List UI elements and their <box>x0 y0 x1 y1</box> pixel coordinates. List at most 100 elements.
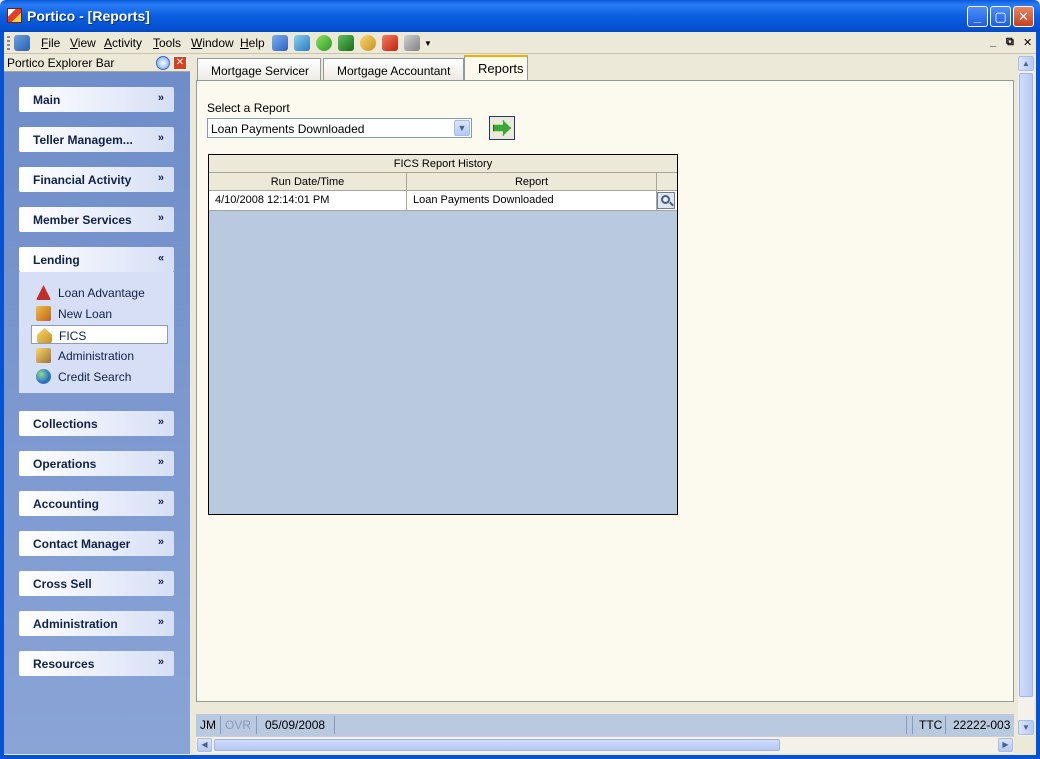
chevron-down-icon[interactable]: » <box>158 416 164 428</box>
chevron-down-icon[interactable]: » <box>158 92 164 104</box>
chevron-down-icon[interactable]: ▼ <box>454 120 470 136</box>
group-operations[interactable]: Operations » <box>19 451 174 476</box>
cell-run-date: 4/10/2008 12:14:01 PM <box>209 191 407 210</box>
tab-mortgage-servicer[interactable]: Mortgage Servicer <box>197 58 321 80</box>
horizontal-scroll-thumb[interactable] <box>214 739 780 751</box>
explorer-close-button[interactable]: ✕ <box>173 56 187 70</box>
lending-item-fics[interactable]: FICS <box>31 325 168 344</box>
menu-activity[interactable]: Activity <box>104 36 142 50</box>
vertical-scroll-thumb[interactable] <box>1019 73 1033 697</box>
administration-icon <box>36 348 51 363</box>
lending-item-label: New Loan <box>58 307 113 321</box>
run-report-button[interactable] <box>489 116 515 140</box>
teller-toolbar-icon[interactable] <box>294 35 310 51</box>
mdi-minimize-button[interactable]: _ <box>990 36 996 48</box>
group-label: Contact Manager <box>33 537 131 551</box>
group-main[interactable]: Main » <box>19 87 174 112</box>
column-header-report[interactable]: Report <box>407 173 657 191</box>
cell-report: Loan Payments Downloaded <box>407 191 657 210</box>
lending-item-credit-search[interactable]: Credit Search <box>31 367 168 386</box>
lending-item-label: Loan Advantage <box>58 286 145 300</box>
chevron-down-icon[interactable]: » <box>158 536 164 548</box>
redo-toolbar-icon[interactable] <box>382 35 398 51</box>
menu-file[interactable]: File <box>41 36 60 50</box>
group-label: Lending <box>33 253 80 267</box>
report-select[interactable]: Loan Payments Downloaded ▼ <box>207 118 472 138</box>
print-dropdown-chevron-icon[interactable]: ▼ <box>424 39 432 48</box>
explorer-pin-icon[interactable] <box>156 56 170 70</box>
group-resources[interactable]: Resources » <box>19 651 174 676</box>
members-toolbar-icon[interactable] <box>272 35 288 51</box>
mdi-restore-button[interactable]: ⧉ <box>1006 36 1014 49</box>
tab-mortgage-accountant[interactable]: Mortgage Accountant <box>323 58 464 80</box>
vertical-scrollbar[interactable]: ▲ ▼ <box>1018 56 1034 736</box>
mdi-close-button[interactable]: ✕ <box>1023 36 1032 49</box>
tab-reports[interactable]: Reports <box>464 55 528 81</box>
table-row[interactable]: 4/10/2008 12:14:01 PM Loan Payments Down… <box>209 191 677 211</box>
menu-tools[interactable]: Tools <box>153 36 181 50</box>
group-collections[interactable]: Collections » <box>19 411 174 436</box>
chevron-down-icon[interactable]: » <box>158 576 164 588</box>
group-accounting[interactable]: Accounting » <box>19 491 174 516</box>
scroll-down-button[interactable]: ▼ <box>1018 720 1034 735</box>
column-header-run-date[interactable]: Run Date/Time <box>209 173 407 191</box>
group-administration[interactable]: Administration » <box>19 611 174 636</box>
chevron-down-icon[interactable]: » <box>158 132 164 144</box>
scroll-right-button[interactable]: ▶ <box>998 738 1013 752</box>
lending-item-new-loan[interactable]: New Loan <box>31 304 168 323</box>
title-bar: Portico - [Reports] _ ▢ ✕ <box>0 0 1040 32</box>
status-terminal: 22222-003 <box>953 718 1011 732</box>
group-label: Resources <box>33 657 95 671</box>
menu-view[interactable]: View <box>70 36 96 50</box>
loan-advantage-icon <box>36 285 51 300</box>
scroll-up-button[interactable]: ▲ <box>1018 56 1034 71</box>
group-label: Administration <box>33 617 118 631</box>
lending-group-body: Loan Advantage New Loan FICS Administrat… <box>19 272 174 393</box>
lending-item-administration[interactable]: Administration <box>31 346 168 365</box>
menu-logo-icon[interactable] <box>14 35 30 51</box>
portico-app-icon[interactable] <box>7 8 22 23</box>
status-ttc: TTC <box>919 718 943 732</box>
lending-item-loan-advantage[interactable]: Loan Advantage <box>31 283 168 302</box>
minimize-button[interactable]: _ <box>967 6 988 27</box>
lock-toolbar-icon[interactable] <box>360 35 376 51</box>
group-label: Member Services <box>33 213 132 227</box>
horizontal-scrollbar[interactable]: ◀ ▶ <box>196 736 1014 753</box>
maximize-button[interactable]: ▢ <box>990 6 1011 27</box>
toolbar-grip[interactable] <box>7 36 10 50</box>
select-report-label: Select a Report <box>207 101 290 115</box>
explorer-bar-title: Portico Explorer Bar <box>7 56 115 70</box>
chevron-down-icon[interactable]: » <box>158 172 164 184</box>
money-toolbar-icon[interactable] <box>316 35 332 51</box>
status-separator <box>945 716 946 734</box>
group-label: Accounting <box>33 497 99 511</box>
chevron-down-icon[interactable]: » <box>158 456 164 468</box>
fics-icon <box>37 328 52 343</box>
group-teller-management[interactable]: Teller Managem... » <box>19 127 174 152</box>
view-report-button[interactable] <box>657 192 675 209</box>
group-label: Operations <box>33 457 97 471</box>
scroll-left-button[interactable]: ◀ <box>197 738 212 752</box>
chevron-down-icon[interactable]: » <box>158 616 164 628</box>
close-button[interactable]: ✕ <box>1013 6 1034 27</box>
chevron-down-icon[interactable]: » <box>158 212 164 224</box>
menu-window[interactable]: Window <box>191 36 234 50</box>
group-financial-activity[interactable]: Financial Activity » <box>19 167 174 192</box>
magnifier-handle <box>669 201 674 207</box>
group-label: Cross Sell <box>33 577 92 591</box>
window-frame-right <box>1036 32 1040 759</box>
print-toolbar-icon[interactable] <box>404 35 420 51</box>
status-separator <box>906 716 907 734</box>
chevron-down-icon[interactable]: » <box>158 496 164 508</box>
group-lending[interactable]: Lending » <box>19 247 174 272</box>
menu-help[interactable]: Help <box>240 36 265 50</box>
chevron-up-icon[interactable]: » <box>158 252 164 264</box>
status-user: JM <box>200 718 216 732</box>
group-member-services[interactable]: Member Services » <box>19 207 174 232</box>
group-cross-sell[interactable]: Cross Sell » <box>19 571 174 596</box>
chevron-down-icon[interactable]: » <box>158 656 164 668</box>
menu-bar: File View Activity Tools Window Help ▼ _… <box>4 32 1036 54</box>
group-contact-manager[interactable]: Contact Manager » <box>19 531 174 556</box>
cash-toolbar-icon[interactable] <box>338 35 354 51</box>
report-select-value: Loan Payments Downloaded <box>211 122 365 136</box>
